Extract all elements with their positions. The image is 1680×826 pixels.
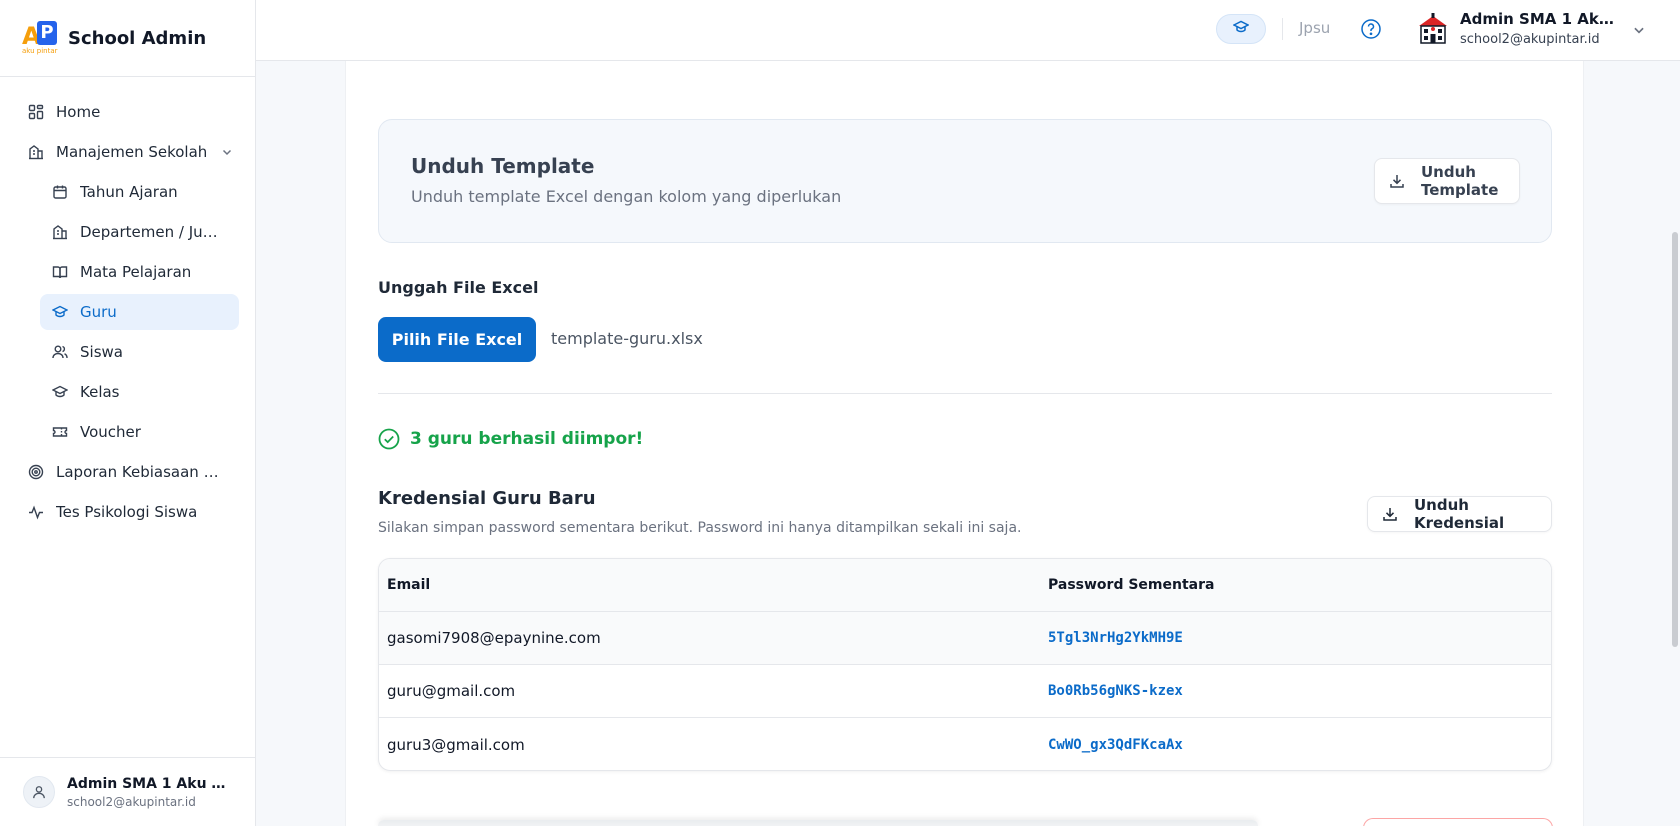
row-email: gasomi7908@epaynine.com (387, 629, 601, 647)
help-icon[interactable] (1360, 18, 1382, 44)
graduation-cap-icon (1232, 19, 1250, 39)
sidebar-item-label: Manajemen Sekolah (56, 143, 208, 161)
template-title: Unduh Template (411, 154, 595, 178)
credentials-title: Kredensial Guru Baru (378, 488, 596, 509)
top-header: Jpsu Admin SMA 1 Aku Pintar school2@akup… (256, 0, 1680, 61)
sidebar-item-label: Laporan Kebiasaan Siswa (56, 463, 224, 481)
header-user-email: school2@akupintar.id (1460, 32, 1600, 47)
row-password: Bo0Rb56gNKS-kzex (1048, 683, 1183, 699)
next-section-edge (378, 820, 1258, 826)
ticket-icon (52, 424, 68, 440)
user-icon (23, 776, 55, 808)
row-email: guru3@gmail.com (387, 735, 525, 754)
school-avatar[interactable] (1416, 12, 1450, 46)
header-user-name[interactable]: Admin SMA 1 Aku Pintar (1460, 10, 1620, 28)
sidebar-item-tahun-ajaran[interactable]: Tahun Ajaran (40, 174, 239, 210)
check-circle-icon (378, 428, 400, 450)
brand-name: School Admin (68, 27, 207, 49)
row-password: 5Tgl3NrHg2YkMH9E (1048, 630, 1183, 646)
users-icon (52, 344, 68, 360)
import-card: Unduh Template Unduh template Excel deng… (345, 61, 1584, 826)
sidebar-item-departemen[interactable]: Departemen / Jurusan (40, 214, 239, 250)
sidebar-item-mata-pelajaran[interactable]: Mata Pelajaran (40, 254, 239, 290)
credentials-table: Email Password Sementara gasomi7908@epay… (378, 558, 1552, 771)
download-icon (1389, 173, 1405, 189)
credentials-description: Silakan simpan password sementara beriku… (378, 520, 1022, 536)
table-header-row: Email Password Sementara (379, 559, 1551, 612)
template-description: Unduh template Excel dengan kolom yang d… (411, 187, 842, 206)
sidebar-item-label: Siswa (80, 343, 123, 361)
column-header-email: Email (387, 577, 431, 593)
sidebar-item-label: Mata Pelajaran (80, 263, 192, 281)
sidebar-user[interactable]: Admin SMA 1 Aku Pintar school2@akupintar… (0, 757, 256, 826)
sidebar-item-label: Tes Psikologi Siswa (56, 503, 198, 521)
row-password: CwWO_gx3QdFKcaAx (1048, 736, 1183, 753)
calendar-icon (52, 184, 68, 200)
download-template-button[interactable]: Unduh Template (1374, 158, 1520, 204)
upload-title: Unggah File Excel (378, 278, 539, 297)
header-separator (1282, 18, 1283, 40)
download-credentials-button[interactable]: Unduh Kredensial (1367, 496, 1552, 532)
app-logo: AP aku pintar (22, 21, 58, 55)
sidebar-item-label: Guru (80, 303, 117, 321)
sidebar-item-siswa[interactable]: Siswa (40, 334, 239, 370)
import-success-message: 3 guru berhasil diimpor! (378, 428, 643, 450)
choose-file-button[interactable]: Pilih File Excel (378, 317, 536, 362)
sidebar-item-label: Kelas (80, 383, 120, 401)
sidebar-item-label: Home (56, 103, 101, 121)
selected-file-name: template-guru.xlsx (551, 329, 703, 348)
sidebar-item-guru[interactable]: Guru (40, 294, 239, 330)
sidebar: AP aku pintar School Admin Home Manajeme… (0, 0, 256, 826)
section-divider (378, 393, 1552, 394)
grid-icon (28, 104, 44, 120)
sidebar-user-email: school2@akupintar.id (67, 794, 196, 809)
school-switch-button[interactable] (1216, 14, 1266, 44)
sidebar-item-label: Voucher (80, 423, 141, 441)
next-button-edge[interactable] (1363, 818, 1553, 826)
table-row: guru3@gmail.com CwWO_gx3QdFKcaAx (379, 718, 1551, 770)
template-section: Unduh Template Unduh template Excel deng… (378, 119, 1552, 243)
graduation-cap-icon (52, 304, 68, 320)
target-icon (28, 464, 44, 480)
sidebar-user-name: Admin SMA 1 Aku Pintar (67, 775, 227, 792)
sidebar-item-kelas[interactable]: Kelas (40, 374, 239, 410)
table-row: guru@gmail.com Bo0Rb56gNKS-kzex (379, 665, 1551, 718)
sidebar-item-manajemen-sekolah[interactable]: Manajemen Sekolah (16, 134, 239, 170)
book-icon (52, 264, 68, 280)
building-icon (52, 224, 68, 240)
brand[interactable]: AP aku pintar School Admin (0, 0, 255, 77)
sidebar-item-home[interactable]: Home (16, 94, 239, 130)
chevron-down-icon[interactable] (221, 146, 233, 158)
sidebar-item-voucher[interactable]: Voucher (40, 414, 239, 450)
sidebar-item-tes-psikologi[interactable]: Tes Psikologi Siswa (16, 494, 239, 530)
building-icon (28, 144, 44, 160)
sidebar-nav: Home Manajemen Sekolah Tahun Ajaran Depa… (0, 77, 255, 530)
sidebar-item-label: Departemen / Jurusan (80, 223, 222, 241)
page-scrollbar[interactable] (1672, 232, 1678, 647)
graduation-cap-icon (52, 384, 68, 400)
table-row: gasomi7908@epaynine.com 5Tgl3NrHg2YkMH9E (379, 612, 1551, 665)
column-header-password: Password Sementara (1048, 577, 1215, 593)
chevron-down-icon[interactable] (1632, 22, 1646, 41)
header-link[interactable]: Jpsu (1299, 19, 1330, 37)
row-email: guru@gmail.com (387, 682, 516, 700)
download-icon (1382, 506, 1398, 522)
sidebar-item-laporan-kebiasaan[interactable]: Laporan Kebiasaan Siswa (16, 454, 239, 490)
sidebar-item-label: Tahun Ajaran (80, 183, 178, 201)
activity-icon (28, 504, 44, 520)
